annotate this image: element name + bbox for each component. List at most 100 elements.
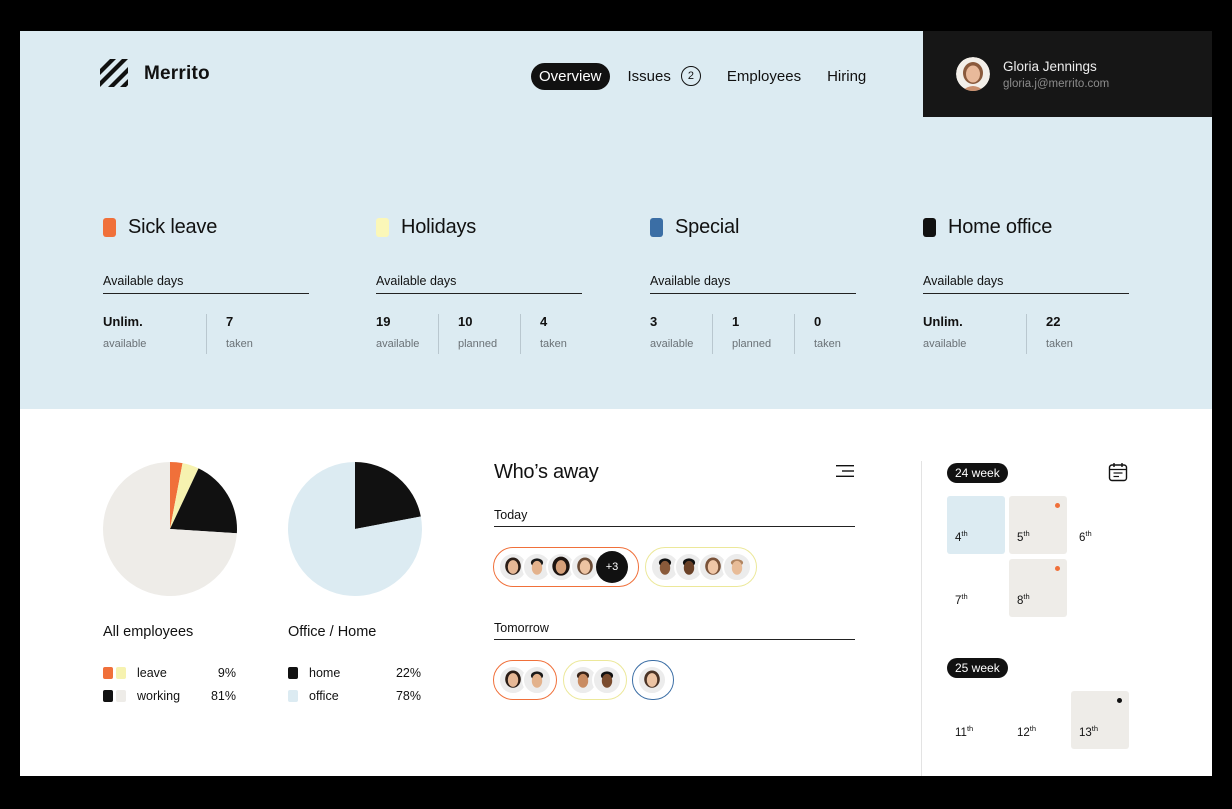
legend-swatch	[103, 666, 113, 679]
stat-label: planned	[732, 338, 772, 350]
tomorrow-special-group[interactable]	[632, 660, 674, 700]
available-days-label: Available days	[103, 274, 309, 294]
stat-value: 1	[732, 314, 740, 329]
nav-issues[interactable]: Issues 2	[620, 61, 709, 91]
tomorrow-label: Tomorrow	[494, 621, 855, 640]
available-days-label: Available days	[376, 274, 582, 294]
week-24-badge: 24 week	[947, 463, 1008, 483]
hero-panel: Merrito Overview Issues 2 Employees Hiri…	[20, 31, 1212, 409]
event-dot	[1055, 566, 1060, 571]
stat-available: Unlim. available	[923, 314, 1027, 354]
legend-label: leave	[137, 665, 167, 680]
legend-label: office	[309, 688, 339, 703]
available-days-label: Available days	[650, 274, 856, 294]
all-employees-title: All employees	[103, 624, 194, 640]
tomorrow-holiday-group[interactable]	[563, 660, 627, 700]
legend-swatch	[288, 689, 298, 702]
home-office-swatch	[923, 217, 936, 237]
day-4[interactable]: 4th	[947, 496, 1005, 554]
special-swatch	[650, 217, 663, 237]
stat-taken: 7 taken	[207, 314, 263, 354]
stat-value: 4	[540, 314, 548, 329]
stat-label: taken	[1046, 338, 1073, 350]
avatar	[637, 665, 667, 695]
stat-available: Unlim. available	[103, 314, 207, 354]
day-number: 7th	[955, 592, 968, 607]
event-dot	[1055, 503, 1060, 508]
stat-planned: 1 planned	[713, 314, 795, 354]
nav-employees[interactable]: Employees	[719, 63, 809, 90]
issues-count-badge: 2	[680, 66, 701, 86]
day-5[interactable]: 5th	[1009, 496, 1067, 554]
card-title: Holidays	[401, 215, 477, 238]
day-number: 5th	[1017, 529, 1030, 544]
avatar	[722, 552, 752, 582]
stat-available: 19 available	[376, 314, 439, 354]
stat-value: Unlim.	[103, 314, 143, 329]
stat-value: Unlim.	[923, 314, 963, 329]
legend-value: 22%	[395, 665, 421, 680]
all-employees-pie-chart	[103, 462, 237, 596]
stat-taken: 22 taken	[1027, 314, 1083, 354]
day-number: 13th	[1079, 724, 1099, 739]
legend-row-home: home 22%	[288, 661, 421, 684]
day-7[interactable]: 7th	[947, 559, 1005, 617]
today-sick-group[interactable]: +3	[493, 547, 639, 587]
stat-taken: 0 taken	[795, 314, 851, 354]
today-holiday-group[interactable]	[645, 547, 757, 587]
office-home-legend: home 22% office 78%	[288, 661, 421, 707]
available-days-label: Available days	[923, 274, 1129, 294]
section-divider	[921, 461, 922, 776]
week-25-badge: 25 week	[947, 658, 1008, 678]
day-11[interactable]: 11th	[947, 691, 1005, 749]
more-people-button[interactable]: +3	[596, 551, 628, 583]
stat-label: available	[923, 338, 967, 350]
card-sick-leave[interactable]: Sick leave Available days Unlim. availab…	[103, 216, 309, 354]
stat-label: taken	[814, 338, 841, 350]
avatar	[592, 665, 622, 695]
user-profile[interactable]: Gloria Jennings gloria.j@merrito.com	[923, 31, 1212, 117]
stat-label: available	[103, 338, 147, 350]
today-label: Today	[494, 508, 855, 527]
nav-hiring[interactable]: Hiring	[819, 63, 874, 90]
legend-swatch	[288, 666, 298, 679]
legend-swatch	[103, 689, 113, 702]
day-number: 12th	[1017, 724, 1037, 739]
menu-icon[interactable]	[836, 464, 854, 478]
card-home-office[interactable]: Home office Available days Unlim. availa…	[923, 216, 1129, 354]
legend-row-leave: leave 9%	[103, 661, 236, 684]
sick-leave-swatch	[103, 217, 116, 237]
day-12[interactable]: 12th	[1009, 691, 1067, 749]
avatar	[522, 665, 552, 695]
stat-value: 7	[226, 314, 234, 329]
nav-hiring-label: Hiring	[827, 67, 867, 85]
day-8[interactable]: 8th	[1009, 559, 1067, 617]
day-number: 4th	[955, 529, 968, 544]
card-holidays[interactable]: Holidays Available days 19 available 10 …	[376, 215, 582, 354]
nav-overview[interactable]: Overview	[531, 62, 610, 90]
app-window: Merrito Overview Issues 2 Employees Hiri…	[20, 31, 1212, 776]
legend-row-office: office 78%	[288, 684, 421, 707]
card-special[interactable]: Special Available days 3 available 1 pla…	[650, 216, 856, 354]
all-employees-legend: leave 9% working 81%	[103, 661, 236, 707]
brand-mark-icon	[100, 59, 128, 87]
brand-logo[interactable]: Merrito	[100, 59, 210, 89]
whos-away-title: Who’s away	[494, 461, 599, 483]
stat-label: available	[376, 338, 420, 350]
calendar-icon[interactable]	[1108, 462, 1128, 482]
user-name: Gloria Jennings	[1003, 58, 1097, 74]
tomorrow-sick-group[interactable]	[493, 660, 557, 700]
user-email: gloria.j@merrito.com	[1003, 77, 1110, 90]
legend-swatch	[116, 666, 126, 679]
legend-swatch	[116, 689, 126, 702]
day-13[interactable]: 13th	[1071, 691, 1129, 749]
event-dot	[1117, 698, 1122, 703]
stat-taken: 4 taken	[521, 314, 577, 354]
legend-value: 78%	[395, 688, 421, 703]
legend-label: working	[137, 688, 181, 703]
day-6[interactable]: 6th	[1071, 496, 1129, 554]
brand-name: Merrito	[144, 63, 210, 84]
stat-label: available	[650, 338, 694, 350]
legend-value: 81%	[210, 688, 236, 703]
nav-issues-label: Issues	[627, 67, 671, 85]
